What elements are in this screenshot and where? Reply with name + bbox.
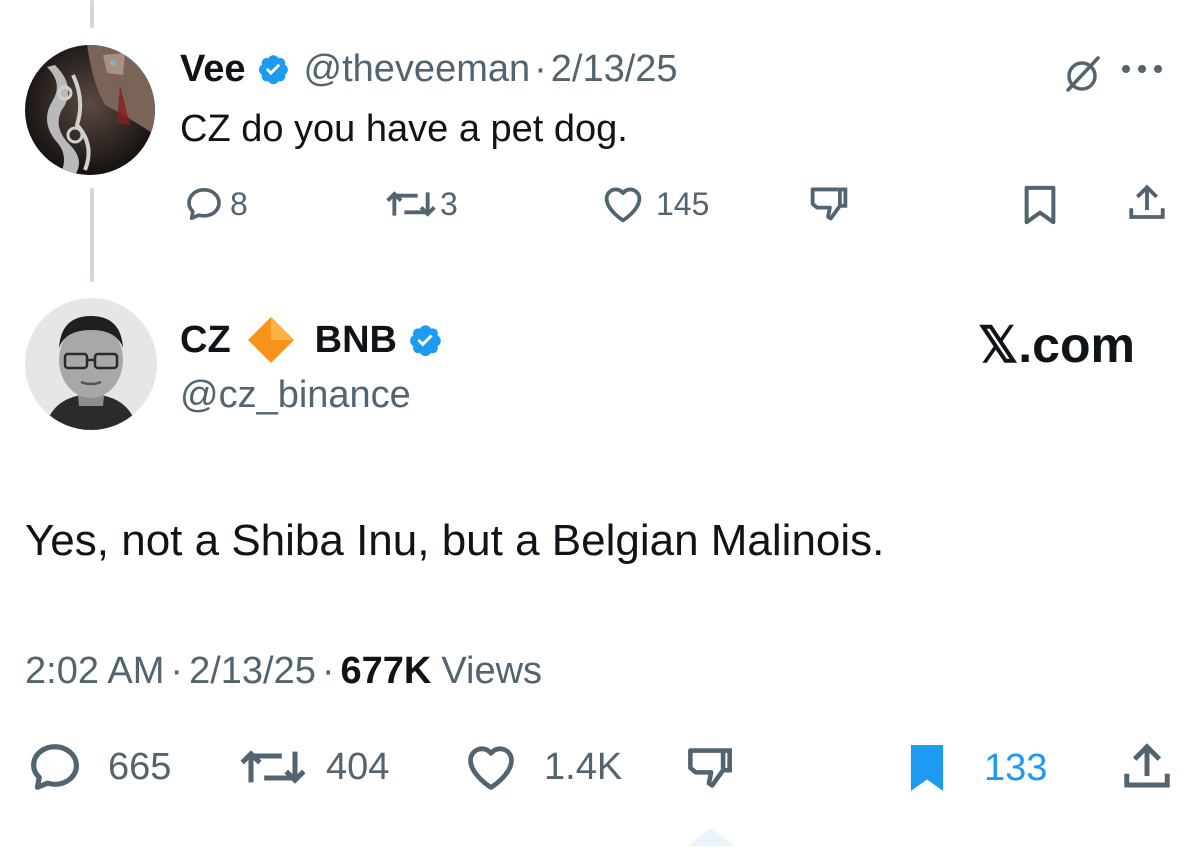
vee-repost-action[interactable]: 3 (386, 184, 458, 224)
repost-icon (240, 742, 306, 792)
grok-icon[interactable] (1058, 50, 1106, 98)
share-icon[interactable] (1120, 740, 1174, 794)
cz-tweet-text: Yes, not a Shiba Inu, but a Belgian Mali… (25, 516, 885, 565)
vee-reply-action[interactable]: 8 (184, 184, 248, 224)
cz-bookmark-count: 133 (984, 746, 1048, 789)
dislike-icon[interactable] (682, 744, 738, 792)
vee-header: Vee @theveeman · 2/13/25 (180, 44, 678, 94)
cz-views-count: 677K (340, 649, 432, 692)
orange-diamond-icon (245, 314, 297, 366)
repost-icon (386, 184, 436, 224)
cz-like-action[interactable]: 1.4K (462, 742, 622, 792)
cz-repost-count: 404 (326, 745, 390, 788)
verified-badge-icon (256, 52, 290, 86)
share-icon[interactable] (1126, 182, 1168, 224)
cz-views-label: Views (441, 649, 543, 692)
cz-bookmark-action[interactable]: 133 (904, 742, 1047, 794)
vee-reply-count: 8 (230, 185, 248, 222)
thread-line-top (90, 0, 94, 28)
reply-icon (28, 742, 82, 792)
verified-badge-icon (407, 322, 443, 358)
vee-like-action[interactable]: 145 (600, 184, 709, 224)
cz-time[interactable]: 2:02 AM (25, 650, 164, 693)
cz-display-name-prefix[interactable]: CZ (180, 319, 231, 362)
bookmark-filled-icon (904, 742, 950, 794)
vee-separator: · (534, 47, 547, 90)
reply-icon (184, 184, 224, 224)
cz-meta: 2:02 AM · 2/13/25 · 677K Views (25, 645, 542, 697)
vee-display-name[interactable]: Vee (180, 48, 246, 91)
cz-like-count: 1.4K (544, 745, 623, 788)
vee-date[interactable]: 2/13/25 (551, 48, 678, 91)
cz-reply-count: 665 (108, 745, 172, 788)
vee-avatar[interactable] (25, 45, 155, 175)
cz-display-name-suffix[interactable]: BNB (315, 319, 397, 362)
cz-avatar[interactable] (25, 298, 157, 430)
cz-reply-action[interactable]: 665 (28, 742, 171, 792)
vee-repost-count: 3 (440, 185, 458, 222)
cz-header: CZ BNB (180, 315, 443, 365)
site-label: 𝕏.com (978, 317, 1135, 373)
like-icon (462, 742, 520, 792)
cz-date[interactable]: 2/13/25 (189, 650, 316, 693)
thread-line-connector (90, 188, 94, 282)
bookmark-icon[interactable] (1020, 184, 1060, 226)
dislike-icon[interactable] (806, 184, 852, 224)
more-icon[interactable] (1118, 62, 1168, 76)
like-icon (600, 184, 646, 224)
cz-repost-action[interactable]: 404 (240, 742, 389, 792)
vee-like-count: 145 (656, 185, 710, 222)
vee-handle[interactable]: @theveeman (304, 48, 531, 91)
cz-handle[interactable]: @cz_binance (180, 370, 411, 420)
bottom-chevron-icon (686, 826, 736, 851)
vee-tweet-text: CZ do you have a pet dog. (180, 108, 628, 150)
cz-meta-separator-2: · (321, 649, 335, 692)
cz-meta-separator-1: · (170, 649, 184, 692)
